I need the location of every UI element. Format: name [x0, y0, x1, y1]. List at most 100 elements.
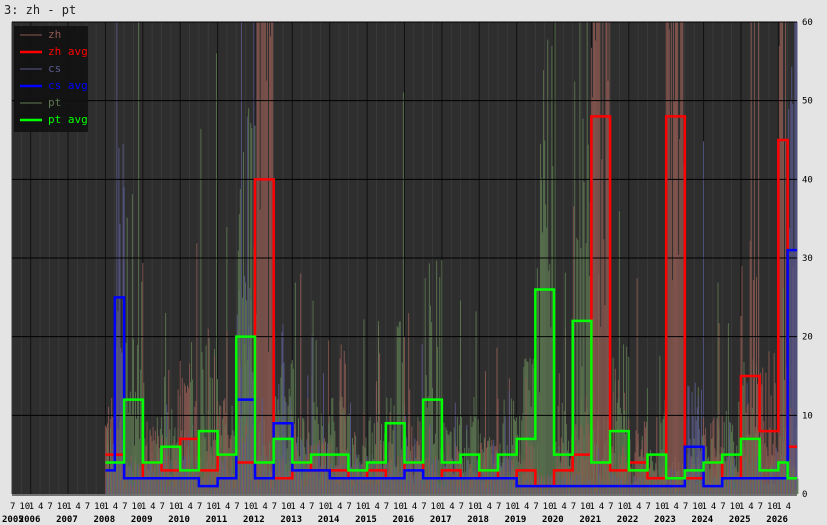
x-month-tick: 4 [599, 502, 604, 512]
x-month-tick: 7 [272, 502, 277, 512]
x-year-label: 2021 [579, 515, 601, 525]
x-month-tick: 7 [533, 502, 538, 512]
x-month-tick: 1 [702, 502, 707, 512]
x-month-tick: 7 [496, 502, 501, 512]
x-month-tick: 1 [664, 502, 669, 512]
x-month-tick: 7 [160, 502, 165, 512]
x-month-tick: 4 [75, 502, 80, 512]
x-year-label: 2006 [19, 515, 41, 525]
x-month-tick: 4 [449, 502, 454, 512]
x-month-tick: 4 [786, 502, 791, 512]
x-month-tick: 4 [337, 502, 342, 512]
x-month-tick: 1 [776, 502, 781, 512]
x-month-tick: 4 [748, 502, 753, 512]
x-month-tick: 7 [608, 502, 613, 512]
activity-chart: 0102030405060 7 101 4 7 101 4 7 101 4 7 101 4 7 101 4 7… [2, 18, 813, 525]
x-month-tick: 1 [589, 502, 594, 512]
x-year-label: 2011 [206, 515, 228, 525]
x-year-label: 2014 [318, 515, 340, 525]
x-month-tick: 1 [552, 502, 557, 512]
x-month-tick: 7 [122, 502, 127, 512]
x-year-label: 2009 [131, 515, 153, 525]
x-axis: 7 101 4 7 101 4 7 101 4 7 101 4 7 101 4 7 101 4 7 101 4 7 101 4… [2, 494, 797, 525]
x-year-label: 2008 [93, 515, 115, 525]
x-year-label: 2007 [56, 515, 78, 525]
x-year-label: 2010 [168, 515, 190, 525]
x-year-label: 2022 [617, 515, 639, 525]
x-month-tick: 1 [103, 502, 108, 512]
x-month-tick: 1 [216, 502, 221, 512]
x-month-tick: 1 [290, 502, 295, 512]
x-year-label: 2012 [243, 515, 265, 525]
x-month-tick: 4 [150, 502, 155, 512]
legend-label: cs avg [48, 79, 88, 92]
x-month-tick: 1 [29, 502, 34, 512]
y-tick-label: 30 [802, 254, 813, 264]
x-year-label: 2023 [654, 515, 676, 525]
x-month-tick: 4 [300, 502, 305, 512]
x-month-tick: 4 [636, 502, 641, 512]
x-month-tick: 1 [515, 502, 520, 512]
x-month-tick: 7 [645, 502, 650, 512]
x-month-tick: 1 [66, 502, 71, 512]
x-year-label: 2016 [393, 515, 415, 525]
x-month-tick: 4 [38, 502, 43, 512]
x-month-tick: 4 [225, 502, 230, 512]
x-month-tick: 1 [739, 502, 744, 512]
x-month-tick: 4 [113, 502, 118, 512]
y-tick-label: 0 [802, 490, 807, 500]
x-month-tick: 7 [85, 502, 90, 512]
x-month-tick: 1 [178, 502, 183, 512]
x-year-label: 2017 [430, 515, 452, 525]
x-year-label: 2013 [280, 515, 302, 525]
x-month-tick: 4 [711, 502, 716, 512]
x-month-tick: 4 [524, 502, 529, 512]
legend-label: pt [48, 96, 61, 109]
x-month-tick: 7 [683, 502, 688, 512]
legend: zh zh avg cs cs avg pt pt avg [14, 26, 88, 132]
x-month-tick: 4 [674, 502, 679, 512]
x-month-tick: 7 [47, 502, 52, 512]
x-year-label: 2019 [505, 515, 527, 525]
x-month-tick: 7 [720, 502, 725, 512]
x-month-tick: 1 [328, 502, 333, 512]
x-month-tick: 1 [141, 502, 146, 512]
x-month-tick: 1 [253, 502, 258, 512]
x-month-tick: 7 [384, 502, 389, 512]
x-month-tick: 4 [374, 502, 379, 512]
x-month-tick: 7 [571, 502, 576, 512]
x-month-tick: 7 [234, 502, 239, 512]
x-month-tick: 1 [627, 502, 632, 512]
x-month-tick: 4 [188, 502, 193, 512]
x-year-label: 2025 [729, 515, 751, 525]
x-year-label: 2020 [542, 515, 564, 525]
legend-label: zh avg [48, 45, 88, 58]
x-month-tick: 7 [10, 502, 15, 512]
x-month-tick: 1 [477, 502, 482, 512]
y-axis: 0 10 20 30 40 50 60 [802, 18, 813, 500]
x-month-tick: 7 [346, 502, 351, 512]
x-month-tick: 4 [262, 502, 267, 512]
legend-label: zh [48, 28, 61, 41]
y-tick-label: 10 [802, 411, 813, 421]
x-month-tick: 1 [440, 502, 445, 512]
x-year-label: 2018 [467, 515, 489, 525]
legend-label: cs [48, 62, 61, 75]
x-month-tick: 7 [309, 502, 314, 512]
x-month-tick: 7 [758, 502, 763, 512]
x-month-tick: 4 [487, 502, 492, 512]
y-tick-label: 60 [802, 18, 813, 28]
y-tick-label: 40 [802, 175, 813, 185]
x-year-label: 2015 [355, 515, 377, 525]
x-month-tick: 7 [459, 502, 464, 512]
x-month-tick: 4 [561, 502, 566, 512]
x-month-tick: 4 [412, 502, 417, 512]
y-tick-label: 20 [802, 333, 813, 343]
x-year-label: 2026 [766, 515, 788, 525]
x-month-tick: 7 [197, 502, 202, 512]
x-month-tick: 1 [403, 502, 408, 512]
x-month-tick: 1 [365, 502, 370, 512]
x-year-label: 2024 [692, 515, 714, 525]
x-month-tick: 7 [421, 502, 426, 512]
legend-label: pt avg [48, 113, 88, 126]
